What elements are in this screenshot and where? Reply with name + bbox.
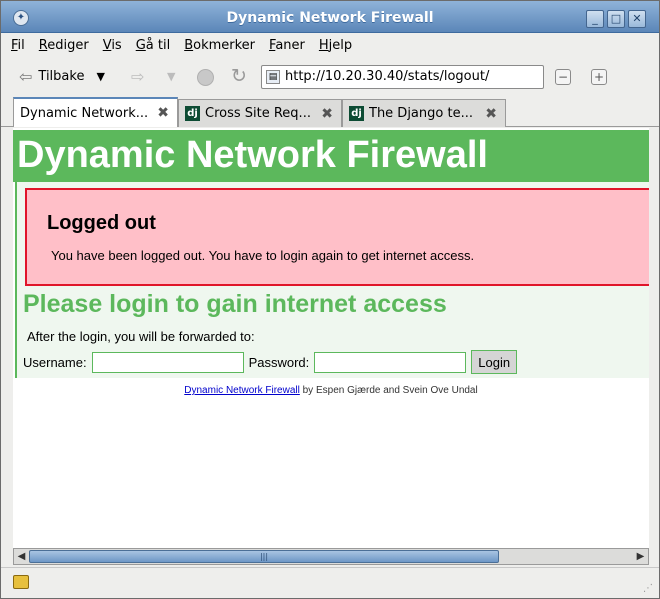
login-heading: Please login to gain internet access [23, 290, 447, 318]
forward-notice: After the login, you will be forwarded t… [27, 329, 255, 344]
menu-edit[interactable]: Rediger [39, 38, 89, 53]
horizontal-scrollbar[interactable]: ◀ ||| ▶ [13, 548, 649, 565]
page-content: Dynamic Network Firewall Logged out You … [13, 128, 649, 548]
django-icon: dj [185, 106, 200, 121]
lock-icon[interactable] [13, 575, 29, 589]
maximize-button[interactable]: □ [607, 10, 625, 28]
address-bar[interactable]: ▤ http://10.20.30.40/stats/logout/ [261, 65, 544, 89]
scroll-right-icon[interactable]: ▶ [633, 549, 648, 564]
forward-history-dropdown-icon[interactable]: ▼ [167, 70, 175, 83]
page-header: Dynamic Network Firewall [13, 130, 649, 182]
tab-label: Cross Site Req... [205, 106, 311, 121]
alert-message: You have been logged out. You have to lo… [51, 248, 475, 263]
minimize-button[interactable]: _ [586, 10, 604, 28]
django-icon: dj [349, 106, 364, 121]
tab-close-icon[interactable]: ✖ [485, 106, 497, 122]
login-button[interactable]: Login [471, 350, 518, 374]
page-icon: ▤ [266, 70, 280, 84]
page-footer: Dynamic Network Firewall by Espen Gjærde… [13, 385, 649, 396]
back-history-dropdown-icon[interactable]: ▼ [96, 70, 104, 83]
reload-icon[interactable]: ↻ [231, 65, 247, 87]
tab-bar: Dynamic Network... ✖ dj Cross Site Req..… [1, 97, 659, 127]
alert-title: Logged out [47, 212, 156, 234]
menu-bookmarks[interactable]: Bokmerker [184, 38, 255, 53]
tab-django-template[interactable]: dj The Django te... ✖ [342, 99, 506, 127]
password-label: Password: [248, 354, 310, 370]
logout-alert: Logged out You have been logged out. You… [25, 188, 649, 286]
tab-cross-site-request[interactable]: dj Cross Site Req... ✖ [178, 99, 342, 127]
scroll-left-icon[interactable]: ◀ [14, 549, 29, 564]
menu-go[interactable]: Gå til [136, 38, 171, 53]
window-title: Dynamic Network Firewall [226, 10, 434, 26]
resize-grip-icon[interactable]: ⋰ [643, 583, 653, 594]
menu-help[interactable]: Hjelp [319, 38, 352, 53]
browser-window: ✦ Dynamic Network Firewall _ □ ✕ Fil Red… [0, 0, 660, 599]
login-form: Username: Password: Login [23, 350, 518, 374]
tab-close-icon[interactable]: ✖ [157, 105, 169, 121]
back-button[interactable]: ⇦ Tilbake ▼ [19, 67, 105, 86]
menu-view[interactable]: Vis [103, 38, 122, 53]
zoom-in-button[interactable]: + [591, 69, 607, 85]
footer-credits: by Espen Gjærde and Svein Ove Undal [299, 385, 478, 396]
forward-arrow-icon[interactable]: ⇨ [131, 67, 144, 86]
menu-tabs[interactable]: Faner [269, 38, 305, 53]
title-bar[interactable]: ✦ Dynamic Network Firewall _ □ ✕ [1, 1, 659, 33]
username-field[interactable] [91, 351, 244, 373]
tab-close-icon[interactable]: ✖ [321, 106, 333, 122]
tab-label: The Django te... [369, 106, 473, 121]
password-field[interactable] [314, 351, 467, 373]
footer-link[interactable]: Dynamic Network Firewall [184, 385, 300, 396]
zoom-out-button[interactable]: − [555, 69, 571, 85]
main-area: Logged out You have been logged out. You… [15, 182, 649, 378]
username-label: Username: [23, 354, 87, 370]
navigation-toolbar: ⇦ Tilbake ▼ ⇨ ▼ ↻ ▤ http://10.20.30.40/s… [1, 59, 659, 95]
tab-dynamic-network-firewall[interactable]: Dynamic Network... ✖ [13, 97, 178, 127]
close-window-button[interactable]: ✕ [628, 10, 646, 28]
menu-bar: Fil Rediger Vis Gå til Bokmerker Faner H… [1, 33, 659, 57]
tab-label: Dynamic Network... [20, 105, 149, 121]
stop-icon[interactable] [197, 69, 214, 86]
scrollbar-thumb[interactable]: ||| [29, 550, 499, 563]
back-label: Tilbake [38, 69, 85, 84]
url-text: http://10.20.30.40/stats/logout/ [285, 69, 490, 84]
menu-file[interactable]: Fil [11, 38, 25, 53]
status-bar: ⋰ [1, 567, 659, 598]
back-arrow-icon: ⇦ [19, 67, 33, 86]
page-title: Dynamic Network Firewall [17, 134, 488, 176]
